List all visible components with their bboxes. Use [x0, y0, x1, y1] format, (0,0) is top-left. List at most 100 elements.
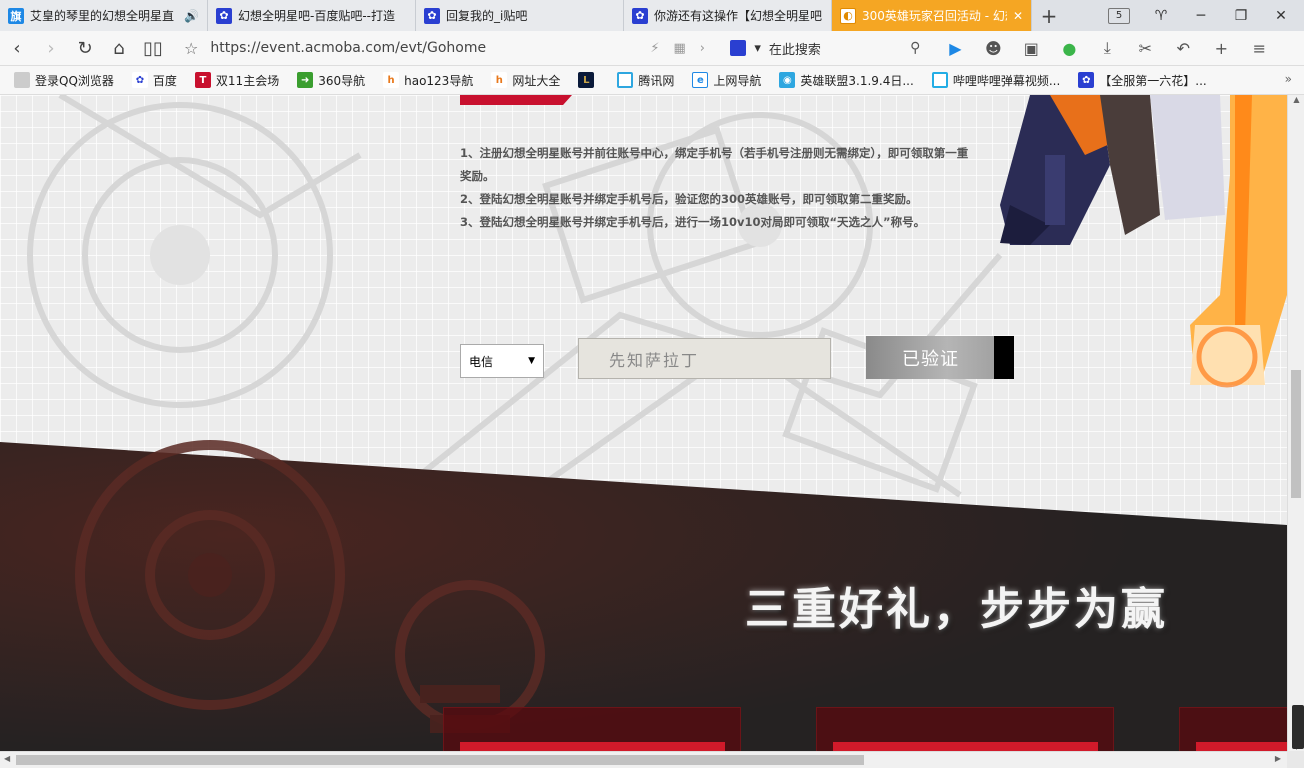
baidu-paw-icon	[730, 40, 747, 56]
address-bar[interactable]: https://event.acmoba.com/evt/Gohome	[210, 40, 650, 56]
bookmark-item[interactable]: ◉ 英雄联盟3.1.9.4日...	[779, 72, 914, 89]
scissors-icon[interactable]: ✂	[1136, 39, 1154, 58]
baidu-paw-icon: ✿	[216, 7, 232, 24]
bookmark-item[interactable]: ✿ 【全服第一六花】...	[1078, 72, 1207, 89]
reward-card-header	[1196, 742, 1287, 751]
search-placeholder: 在此搜索	[768, 42, 821, 58]
bookmark-item[interactable]: h 网址大全	[491, 72, 560, 89]
bookmark-item[interactable]: L	[578, 72, 599, 88]
download-icon[interactable]: ⤓	[1098, 38, 1116, 58]
reader-mode-icon[interactable]: ▯▯	[136, 38, 170, 59]
qr-code-icon[interactable]: ▦	[673, 41, 685, 56]
undo-icon[interactable]: ↶	[1174, 39, 1192, 58]
forward-button[interactable]: ›	[34, 38, 68, 59]
chevron-right-icon[interactable]: ›	[700, 41, 705, 56]
new-tab-button[interactable]: +	[1032, 0, 1066, 31]
scroll-right-arrow-icon[interactable]: ▶	[1275, 754, 1281, 763]
scrollbar-corner	[1287, 751, 1304, 768]
image-extension-icon[interactable]: ▣	[1022, 39, 1040, 58]
tab-title: 你游还有这操作【幻想全明星吧	[654, 9, 823, 23]
tab-title: 300英雄玩家召回活动 - 幻想	[862, 9, 1007, 23]
bookmark-item[interactable]: T 双11主会场	[194, 72, 279, 89]
rule-item: 2、登陆幻想全明星账号并绑定手机号后，验证您的300英雄账号，即可领取第二重奖励…	[460, 192, 918, 206]
close-window-button[interactable]: ✕	[1272, 8, 1290, 24]
horizontal-scroll-thumb[interactable]	[16, 755, 864, 765]
tab-bar: 旗 艾皇的琴里的幻想全明星直 🔊 ✿ 幻想全明星吧-百度贴吧--打造 ✿ 回复我…	[0, 0, 1304, 31]
bookmark-item[interactable]: 腾讯网	[617, 72, 674, 89]
back-button[interactable]: ‹	[0, 38, 34, 59]
browser-tab[interactable]: ✿ 回复我的_i贴吧	[416, 0, 624, 31]
hao123-icon: h	[383, 72, 400, 88]
baidu-paw-icon: ✿	[424, 7, 440, 24]
rule-item: 3、登陆幻想全明星账号并绑定手机号后，进行一场10v10对局即可领取“天选之人”…	[460, 215, 926, 229]
360-icon: ➜	[297, 72, 314, 88]
reward-card-header	[460, 742, 725, 751]
baidu-paw-icon: ✿	[632, 7, 648, 24]
promo-slogan: 三重好礼，步步为赢	[745, 584, 1168, 635]
qq-avatar-icon	[14, 72, 30, 88]
audio-icon[interactable]: 🔊	[184, 9, 199, 23]
reward-card	[443, 707, 741, 751]
horizontal-scrollbar[interactable]: ◀ ▶	[0, 751, 1287, 768]
reward-card	[1179, 707, 1287, 751]
restore-button[interactable]: ❐	[1232, 8, 1250, 24]
scroll-up-arrow-icon[interactable]: ▲	[1288, 95, 1304, 104]
bookmark-item[interactable]: ➜ 360导航	[297, 72, 365, 89]
lightning-icon[interactable]: ⚡	[650, 41, 659, 56]
browser-tab[interactable]: 旗 艾皇的琴里的幻想全明星直 🔊	[0, 0, 208, 31]
carrier-select-value: 电信	[469, 354, 494, 369]
player-name-input[interactable]: 先知萨拉丁	[578, 338, 831, 379]
bookmark-item[interactable]: 哔哩哔哩弹幕视频...	[931, 72, 1060, 89]
lol-client-icon: ◉	[779, 72, 796, 88]
page-content: 1、注册幻想全明星账号并前往账号中心，绑定手机号（若手机号注册则无需绑定），即可…	[0, 95, 1287, 751]
rule-item: 1、注册幻想全明星账号并前往账号中心，绑定手机号（若手机号注册则无需绑定），即可…	[460, 146, 969, 183]
ie-icon: e	[692, 72, 709, 88]
bookmark-item[interactable]: 登录QQ浏览器	[14, 72, 114, 89]
activity-rules: 1、注册幻想全明星账号并前往账号中心，绑定手机号（若手机号注册则无需绑定），即可…	[460, 142, 970, 234]
search-icon[interactable]: ⚲	[910, 40, 920, 56]
vertical-scroll-thumb[interactable]	[1291, 370, 1301, 498]
bookmark-star-icon[interactable]: ☆	[184, 39, 198, 58]
bookmark-item[interactable]: e 上网导航	[692, 72, 761, 89]
bookmark-item[interactable]: ✿ 百度	[131, 72, 177, 89]
reward-card-header	[833, 742, 1098, 751]
side-widget[interactable]	[1292, 705, 1304, 749]
300heroes-icon: ◐	[840, 7, 856, 24]
home-button[interactable]: ⌂	[102, 38, 136, 59]
play-icon[interactable]: ▶	[946, 39, 964, 58]
tieba-icon: 旗	[8, 7, 24, 24]
vertical-scrollbar[interactable]: ▲ ▼	[1287, 95, 1304, 751]
tab-title: 艾皇的琴里的幻想全明星直	[30, 9, 175, 23]
tab-title: 幻想全明星吧-百度贴吧--打造	[238, 9, 395, 23]
bilibili-icon	[931, 72, 948, 88]
tmall-icon: T	[194, 72, 211, 88]
search-box[interactable]: ▾ 在此搜索 ⚲	[730, 39, 920, 58]
reward-card	[816, 707, 1114, 751]
browser-tab[interactable]: ✿ 幻想全明星吧-百度贴吧--打造	[208, 0, 416, 31]
menu-icon[interactable]: ≡	[1250, 39, 1268, 58]
bookmark-item[interactable]: h hao123导航	[383, 72, 473, 89]
close-tab-icon[interactable]: ✕	[1013, 9, 1023, 23]
navigation-bar: ‹ › ↻ ⌂ ▯▯ ☆ https://event.acmoba.com/ev…	[0, 31, 1304, 66]
hao-icon: h	[491, 72, 508, 88]
scroll-left-arrow-icon[interactable]: ◀	[4, 754, 10, 763]
wechat-icon[interactable]: ●	[1060, 39, 1078, 58]
baidu-paw-icon: ✿	[1078, 72, 1095, 88]
browser-tab[interactable]: ✿ 你游还有这操作【幻想全明星吧	[624, 0, 832, 31]
chevron-down-icon: ▼	[528, 356, 535, 366]
cat-extension-icon[interactable]: ☻	[984, 39, 1002, 58]
lol-icon: L	[578, 72, 595, 88]
tab-title: 回复我的_i贴吧	[446, 9, 528, 23]
reload-button[interactable]: ↻	[68, 38, 102, 59]
bookmarks-bar: 登录QQ浏览器 ✿ 百度 T 双11主会场 ➜ 360导航 h hao123导航 h 网址…	[0, 66, 1304, 95]
shirt-skin-icon[interactable]: ♈	[1152, 8, 1170, 24]
tab-count-button[interactable]: 5	[1108, 7, 1130, 24]
bookmarks-more-button[interactable]: »	[1285, 72, 1292, 86]
baidu-paw-icon: ✿	[131, 72, 148, 88]
minimize-button[interactable]: ─	[1192, 8, 1210, 24]
browser-tab-active[interactable]: ◐ 300英雄玩家召回活动 - 幻想 ✕	[832, 0, 1032, 31]
hero-character-illustration	[1000, 95, 1287, 388]
search-engine-dropdown-icon[interactable]: ▾	[754, 41, 761, 56]
add-icon[interactable]: +	[1212, 39, 1230, 58]
carrier-select[interactable]: 电信 ▼	[460, 344, 544, 378]
